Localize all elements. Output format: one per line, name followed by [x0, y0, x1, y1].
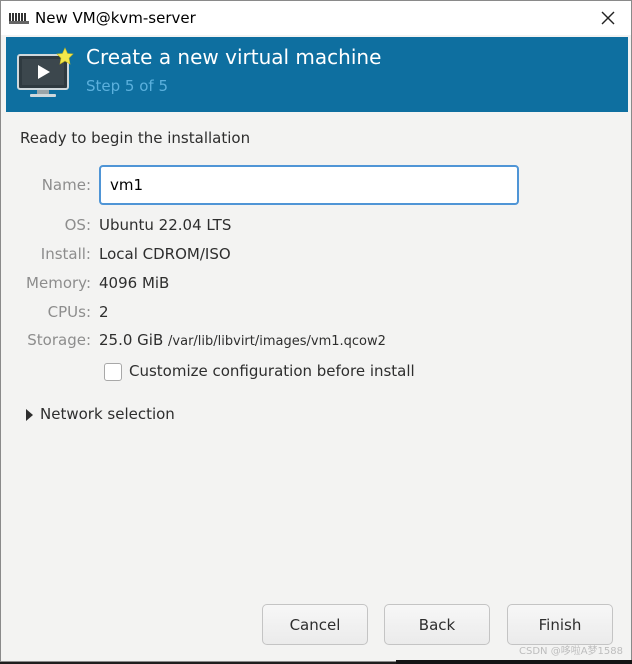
window-title: New VM@kvm-server — [35, 9, 196, 27]
os-label: OS: — [64, 216, 91, 234]
watermark: CSDN @哆啦A梦1588 — [519, 646, 623, 657]
cpus-value: 2 — [99, 303, 109, 321]
back-button[interactable]: Back — [384, 604, 490, 645]
memory-value: 4096 MiB — [99, 274, 170, 292]
storage-path: /var/lib/libvirt/images/vm1.qcow2 — [168, 334, 386, 349]
storage-value: 25.0 GiB /var/lib/libvirt/images/vm1.qco… — [99, 331, 386, 349]
storage-label: Storage: — [27, 331, 91, 349]
taskbar-strip — [396, 660, 632, 664]
network-selection-label: Network selection — [40, 405, 175, 423]
monitor-play-icon — [17, 47, 74, 97]
vm-name-input[interactable] — [99, 165, 519, 205]
header-banner: Create a new virtual machine Step 5 of 5 — [6, 37, 628, 112]
storage-size: 25.0 GiB — [99, 331, 164, 349]
cancel-button[interactable]: Cancel — [262, 604, 368, 645]
install-label: Install: — [40, 245, 91, 263]
title-bar[interactable]: New VM@kvm-server — [1, 1, 631, 35]
banner-title: Create a new virtual machine — [86, 45, 382, 69]
finish-button[interactable]: Finish — [507, 604, 613, 645]
customize-checkbox[interactable] — [104, 363, 122, 381]
install-value: Local CDROM/ISO — [99, 245, 231, 263]
new-vm-dialog: New VM@kvm-server Create a new virtual m… — [0, 0, 632, 662]
triangle-right-icon — [26, 409, 33, 421]
name-label: Name: — [41, 176, 91, 194]
step-indicator: Step 5 of 5 — [86, 77, 169, 95]
virt-manager-icon — [9, 13, 29, 24]
close-icon[interactable] — [599, 9, 617, 27]
os-value: Ubuntu 22.04 LTS — [99, 216, 232, 234]
cpus-label: CPUs: — [47, 303, 91, 321]
summary-heading: Ready to begin the installation — [20, 129, 251, 147]
customize-checkbox-label[interactable]: Customize configuration before install — [129, 362, 415, 380]
memory-label: Memory: — [26, 274, 91, 292]
